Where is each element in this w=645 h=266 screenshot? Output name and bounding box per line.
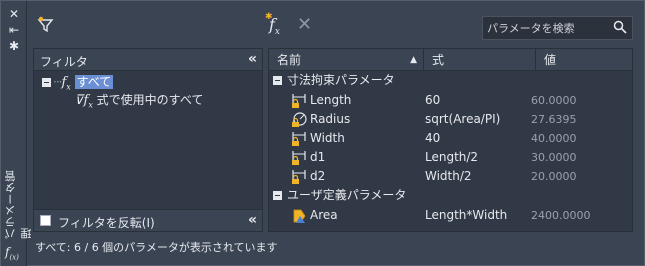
invert-filter-label[interactable]: フィルタを反転(I)	[58, 214, 155, 231]
linear-dimension-icon	[292, 94, 306, 108]
table-row[interactable]: Area Length*Width 2400.0000	[269, 206, 632, 225]
create-filter-icon[interactable]	[37, 16, 55, 34]
collapse-node-icon[interactable]	[42, 78, 51, 87]
palette-fx-icon: f(x)	[5, 244, 19, 261]
filter-header-label: フィルタ	[40, 55, 88, 69]
column-header-value[interactable]: 値	[536, 49, 632, 71]
filter-all-label[interactable]: すべて	[74, 75, 114, 89]
properties-gear-icon[interactable]: ✱	[6, 39, 22, 53]
fx-icon: fx	[61, 75, 71, 92]
sort-ascending-icon: ▲	[410, 55, 417, 65]
filter-tree-root[interactable]: ···fx すべて	[42, 73, 114, 92]
table-row[interactable]: d2 Width/2 20.0000	[269, 167, 632, 186]
palette-title: パラメータ管理	[4, 170, 33, 239]
linear-dimension-icon	[292, 132, 306, 146]
new-user-parameter-icon[interactable]: ✱ fx	[265, 12, 280, 37]
radius-dimension-icon	[292, 112, 307, 127]
table-row[interactable]: Radius sqrt(Area/PI) 27.6395	[269, 110, 632, 129]
close-icon[interactable]: ✕	[6, 7, 22, 21]
search-icon[interactable]	[613, 20, 627, 34]
parameters-grid: 名前 ▲ 式 値 寸法拘束パラメータ Length 60 60.0000 Rad…	[268, 48, 633, 232]
collapse-group-icon[interactable]	[273, 76, 282, 85]
search-input[interactable]	[487, 20, 609, 36]
table-row[interactable]: Width 40 40.0000	[269, 129, 632, 148]
column-header-expression[interactable]: 式	[424, 49, 536, 71]
collapse-filter-icon[interactable]: «	[248, 51, 257, 67]
group-row-dimensional[interactable]: 寸法拘束パラメータ	[273, 71, 636, 90]
filter-fx-icon: ⊽fx	[74, 93, 93, 110]
filter-panel: フィルタ « ···fx すべて ⊽fx 式で使用中のすべて フィルタを反転(I…	[33, 48, 263, 232]
group-row-user-defined[interactable]: ユーザ定義パラメータ	[273, 186, 636, 205]
filter-used-in-expressions-label[interactable]: 式で使用中のすべて	[97, 93, 204, 107]
delete-parameter-icon[interactable]: ✕	[297, 14, 312, 35]
filter-tree-child[interactable]: ⊽fx 式で使用中のすべて	[74, 91, 204, 110]
filter-panel-footer: フィルタを反転(I) «	[34, 209, 262, 231]
parameters-manager-palette: ✕ ⇤ ✱ パラメータ管理 f(x) ✱fx ✕ フィルタ « ···fx すべ…	[0, 0, 645, 266]
collapse-group-icon[interactable]	[273, 191, 282, 200]
table-row[interactable]: Length 60 60.0000	[269, 91, 632, 110]
user-parameter-icon	[293, 209, 306, 223]
filter-panel-header: フィルタ «	[34, 49, 262, 71]
linear-dimension-icon	[292, 151, 306, 165]
search-box[interactable]	[482, 16, 633, 40]
linear-dimension-icon	[292, 170, 306, 184]
collapse-filter-footer-icon[interactable]: «	[248, 212, 257, 228]
auto-hide-icon[interactable]: ⇤	[6, 23, 22, 37]
invert-filter-checkbox[interactable]	[40, 215, 51, 226]
palette-title-strip: ✕ ⇤ ✱ パラメータ管理 f(x)	[1, 1, 33, 266]
column-header-name[interactable]: 名前 ▲	[269, 49, 424, 71]
table-row[interactable]: d1 Length/2 30.0000	[269, 148, 632, 167]
status-bar-text: すべて: 6 / 6 個のパラメータが表示されています	[35, 241, 278, 254]
